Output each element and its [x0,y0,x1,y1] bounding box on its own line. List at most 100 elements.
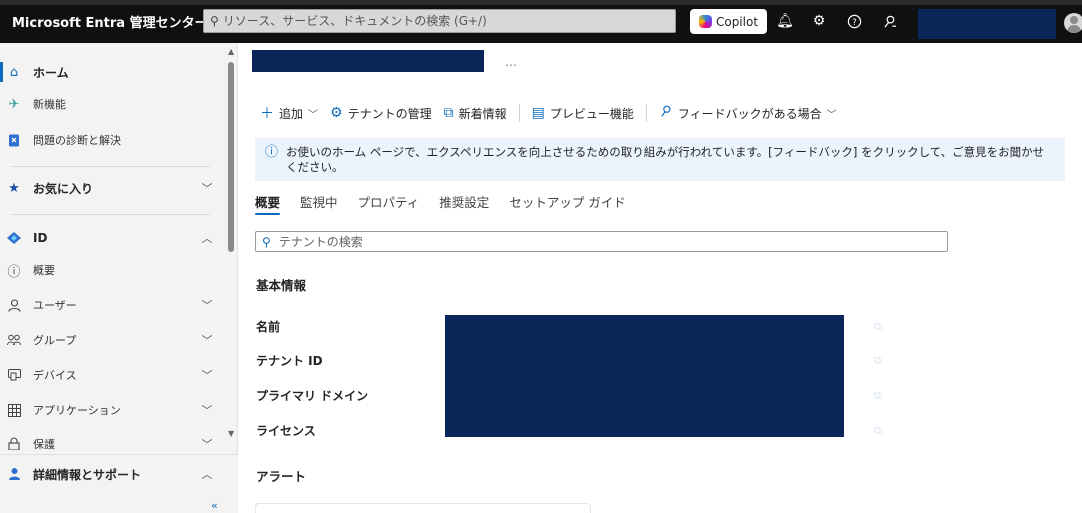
basic-info-heading: 基本情報 [256,278,307,293]
sidebar-item-learn-support[interactable]: 詳細情報とサポート ︿ [0,458,222,490]
sidebar-item-diagnose[interactable]: 問題の診断と解決 [0,124,222,156]
gear-icon[interactable]: ⚙ [810,12,828,30]
sidebar-item-label: 問題の診断と解決 [33,134,121,147]
sidebar-item-applications[interactable]: アプリケーション ﹀ [0,394,222,426]
chevron-down-icon[interactable]: ﹀ [199,402,215,418]
sidebar-item-label: 概要 [33,264,55,277]
portal-brand[interactable]: Microsoft Entra 管理センター [12,12,208,31]
scroll-up-arrow[interactable]: ▲ [228,47,234,56]
copilot-button[interactable]: Copilot [690,9,767,34]
whats-new-label: 新着情報 [458,106,507,121]
command-separator [518,104,520,122]
sidebar-divider [10,166,210,167]
sidebar-item-label: ユーザー [33,299,77,312]
apps-icon [6,402,22,418]
user-icon [6,297,22,313]
global-search-input[interactable] [222,14,653,28]
sidebar-scrollbar-thumb[interactable] [228,62,234,252]
lock-icon [6,435,22,450]
sidebar-item-label: グループ [33,334,77,347]
global-search[interactable]: ⚲ [203,9,676,33]
add-button[interactable]: ＋ 追加 ﹀ [256,103,324,123]
whats-new-button[interactable]: ⧉ 新着情報 [438,105,513,122]
sidebar-item-whats-new[interactable]: ✈ 新機能 [0,88,222,120]
banner-text: お使いのホーム ページで、エクスペリエンスを向上させるための取り組みが行われてい… [286,145,1045,174]
tab-overview[interactable]: 概要 [255,189,281,215]
plus-icon: ＋ [260,106,274,122]
sidebar-item-label: ホーム [33,65,69,80]
manage-tenants-label: テナントの管理 [347,106,432,121]
gear-icon: ⚙ [330,105,343,121]
command-separator [645,104,647,122]
sidebar-item-label: お気に入り [33,181,94,196]
sidebar-item-devices[interactable]: デバイス ﹀ [0,359,222,391]
chevron-up-icon[interactable]: ︿ [199,230,215,246]
info-icon: ⓘ [7,264,21,280]
more-options-button[interactable]: … [505,55,518,69]
sidebar-item-identity[interactable]: ID ︿ [0,222,222,254]
command-bar: ＋ 追加 ﹀ ⚙ テナントの管理 ⧉ 新着情報 ▤ プレビュー機能 フィードバッ… [256,101,843,125]
chevron-down-icon[interactable]: ﹀ [199,297,215,313]
chevron-down-icon[interactable]: ﹀ [199,332,215,348]
collapse-sidebar-icon[interactable]: « [211,499,218,512]
copy-icon[interactable]: ⧉ [874,424,886,437]
help-icon[interactable]: ? [845,12,863,30]
left-navigation: ⌂ ホーム ✈ 新機能 問題の診断と解決 ★ お気に入り ﹀ ID ︿ ⓘ 概要… [0,43,238,513]
sidebar-item-groups[interactable]: グループ ﹀ [0,324,222,356]
device-icon [6,367,22,383]
manage-tenants-button[interactable]: ⚙ テナントの管理 [324,105,438,122]
sidebar-item-protection[interactable]: 保護 ﹀ [0,428,222,450]
sidebar-item-label: ID [33,231,48,245]
rocket-icon: ✈ [8,96,20,112]
copy-icon[interactable]: ⧉ [874,389,886,402]
tenant-values-redacted [445,315,844,437]
group-icon [6,332,22,348]
sidebar-item-label: 保護 [33,438,55,450]
chevron-down-icon[interactable]: ﹀ [199,367,215,383]
tab-recommendations[interactable]: 推奨設定 [439,189,489,213]
sidebar-footer: 詳細情報とサポート ︿ « [0,454,238,513]
alerts-heading: アラート [256,469,307,484]
diagnose-icon [6,132,22,148]
preview-features-button[interactable]: ▤ プレビュー機能 [526,105,640,122]
copy-icon[interactable]: ⧉ [874,320,886,333]
star-icon: ★ [8,180,20,196]
add-label: 追加 [279,106,304,121]
copilot-label: Copilot [715,14,759,29]
chevron-down-icon[interactable]: ﹀ [199,180,215,196]
top-bar: Microsoft Entra 管理センター ⚲ Copilot 🔔︎ ⚙ ? [0,0,1082,43]
scroll-down-arrow[interactable]: ▼ [228,429,234,438]
feedback-icon[interactable] [880,12,898,30]
sidebar-item-users[interactable]: ユーザー ﹀ [0,289,222,321]
sidebar-item-overview[interactable]: ⓘ 概要 [0,254,222,286]
identity-icon [6,230,22,246]
sidebar-item-label: 詳細情報とサポート [33,467,142,482]
tab-strip: 概要 監視中 プロパティ 推奨設定 セットアップ ガイド [255,189,626,215]
tab-setup-guide[interactable]: セットアップ ガイド [509,189,625,213]
home-icon: ⌂ [9,64,19,80]
page-title-redacted [252,50,484,72]
field-label-name: 名前 [256,320,281,334]
chevron-down-icon[interactable]: ﹀ [199,436,215,450]
sidebar-item-label: アプリケーション [33,404,121,417]
info-banner: ⓘ お使いのホーム ページで、エクスペリエンスを向上させるための取り組みが行われ… [255,138,1065,181]
sidebar-divider [10,214,210,215]
copy-icon[interactable]: ⧉ [874,354,886,367]
chevron-up-icon[interactable]: ︿ [199,466,215,482]
field-label-tenant-id: テナント ID [256,354,323,368]
preview-features-label: プレビュー機能 [549,106,634,121]
tenant-search[interactable]: ⚲ [255,231,948,252]
sidebar-item-home[interactable]: ⌂ ホーム [0,56,222,88]
feedback-button[interactable]: フィードバックがある場合 ﹀ [653,104,843,122]
search-icon: ⚲ [262,234,271,249]
tab-properties[interactable]: プロパティ [358,189,420,213]
search-icon: ⚲ [210,14,219,28]
tenant-search-input[interactable] [278,234,919,249]
account-name-redacted[interactable] [918,9,1056,39]
tab-monitoring[interactable]: 監視中 [300,189,338,213]
sidebar-item-favorites[interactable]: ★ お気に入り ﹀ [0,172,222,204]
svg-text:?: ? [852,16,856,26]
bell-icon[interactable]: 🔔︎ [776,12,794,30]
chevron-down-icon: ﹀ [308,109,319,121]
avatar[interactable] [1064,13,1082,33]
